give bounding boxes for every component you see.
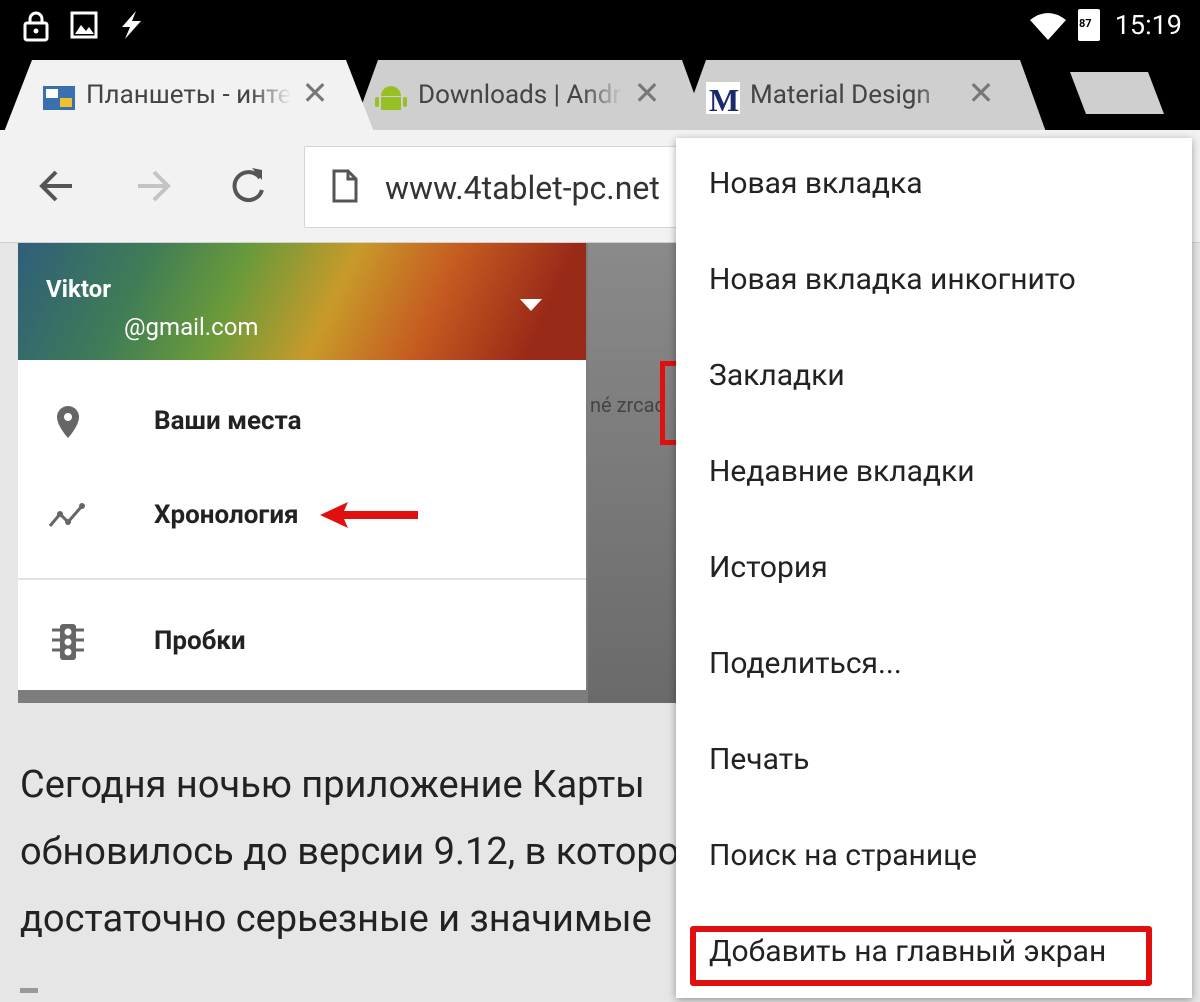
menu-item-label: Новая вкладка инкогнито: [709, 262, 1076, 297]
menu-item-label: Новая вкладка: [709, 166, 923, 201]
red-arrow-annotation-icon: [320, 502, 418, 528]
menu-item-find-in-page[interactable]: Поиск на странице: [676, 810, 1192, 906]
status-bar: 87 15:19: [0, 0, 1200, 52]
menu-item-share[interactable]: Поделиться...: [676, 618, 1192, 714]
image-icon: [70, 11, 98, 39]
menu-item-label: Поделиться...: [709, 646, 902, 681]
menu-item-bookmarks[interactable]: Закладки: [676, 330, 1192, 426]
menu-item-label: История: [709, 550, 828, 585]
battery-icon: 87: [1078, 9, 1100, 41]
drawer-menu: Ваши места Хронология Пробки: [18, 360, 586, 690]
tab-close-icon[interactable]: ✕: [298, 74, 332, 112]
drawer-item-label: Пробки: [154, 626, 246, 656]
tab-title: Material Design: [750, 80, 931, 110]
overflow-menu: Новая вкладка Новая вкладка инкогнито За…: [676, 138, 1192, 998]
account-email: @gmail.com: [124, 313, 259, 341]
menu-item-label: Поиск на странице: [709, 838, 977, 873]
highlight-box: [690, 926, 1152, 986]
drawer-item-places[interactable]: Ваши места: [18, 376, 586, 470]
drawer-item-timeline[interactable]: Хронология: [18, 470, 586, 564]
menu-item-history[interactable]: История: [676, 522, 1192, 618]
tab-close-icon[interactable]: ✕: [964, 74, 998, 112]
menu-item-recent-tabs[interactable]: Недавние вкладки: [676, 426, 1192, 522]
map-bg-text: né zrcad: [590, 393, 666, 417]
drawer-divider: [18, 578, 586, 580]
reload-button[interactable]: [222, 160, 274, 212]
tab-planshety[interactable]: Планшеты - интернет ✕: [0, 60, 380, 132]
lock-icon: [23, 11, 49, 42]
tab-strip: M Material Design ✕ Downloads | Android …: [0, 52, 1200, 132]
location-pin-icon: [57, 406, 79, 438]
menu-item-label: Недавние вкладки: [709, 454, 975, 489]
article-line: обновилось до версии 9.12, в которой: [20, 830, 702, 874]
drawer-item-traffic[interactable]: Пробки: [18, 596, 586, 690]
tab-close-icon[interactable]: ✕: [630, 74, 664, 112]
timeline-icon: [48, 503, 85, 527]
status-time: 15:19: [1114, 9, 1182, 41]
article-line: достаточно серьезные и значимые: [20, 897, 652, 941]
battery-level: 87: [1079, 17, 1092, 30]
article-line: Сегодня ночью приложение Карты: [20, 763, 645, 807]
drawer-header: Viktor @gmail.com: [18, 243, 586, 360]
menu-item-label: Печать: [709, 742, 810, 777]
traffic-light-icon: [52, 624, 84, 660]
flash-icon: [122, 11, 141, 39]
new-tab-button[interactable]: [1066, 72, 1166, 116]
drawer-item-label: Ваши места: [154, 406, 302, 436]
url-text: www.4tablet-pc.net: [385, 169, 660, 207]
back-button[interactable]: [32, 160, 84, 212]
account-name: Viktor: [46, 275, 111, 303]
menu-item-incognito[interactable]: Новая вкладка инкогнито: [676, 234, 1192, 330]
tab-material[interactable]: M Material Design ✕: [680, 60, 1060, 132]
tab-downloads[interactable]: Downloads | Android ✕: [352, 60, 732, 132]
page-icon: [332, 169, 358, 203]
menu-item-label: Закладки: [709, 358, 845, 393]
menu-item-new-tab[interactable]: Новая вкладка: [676, 138, 1192, 234]
forward-button[interactable]: [126, 160, 178, 212]
wifi-icon: [1030, 13, 1066, 40]
dropdown-arrow-icon[interactable]: [520, 299, 542, 313]
menu-item-print[interactable]: Печать: [676, 714, 1192, 810]
drawer-item-label: Хронология: [154, 500, 299, 530]
article-text: Сегодня ночью приложение Карты обновилос…: [20, 752, 702, 953]
tab-title: Планшеты - интернет: [86, 80, 291, 110]
tab-title: Downloads | Android: [418, 80, 623, 110]
url-bar[interactable]: www.4tablet-pc.net: [304, 146, 686, 228]
site-favicon-icon: [42, 82, 76, 114]
